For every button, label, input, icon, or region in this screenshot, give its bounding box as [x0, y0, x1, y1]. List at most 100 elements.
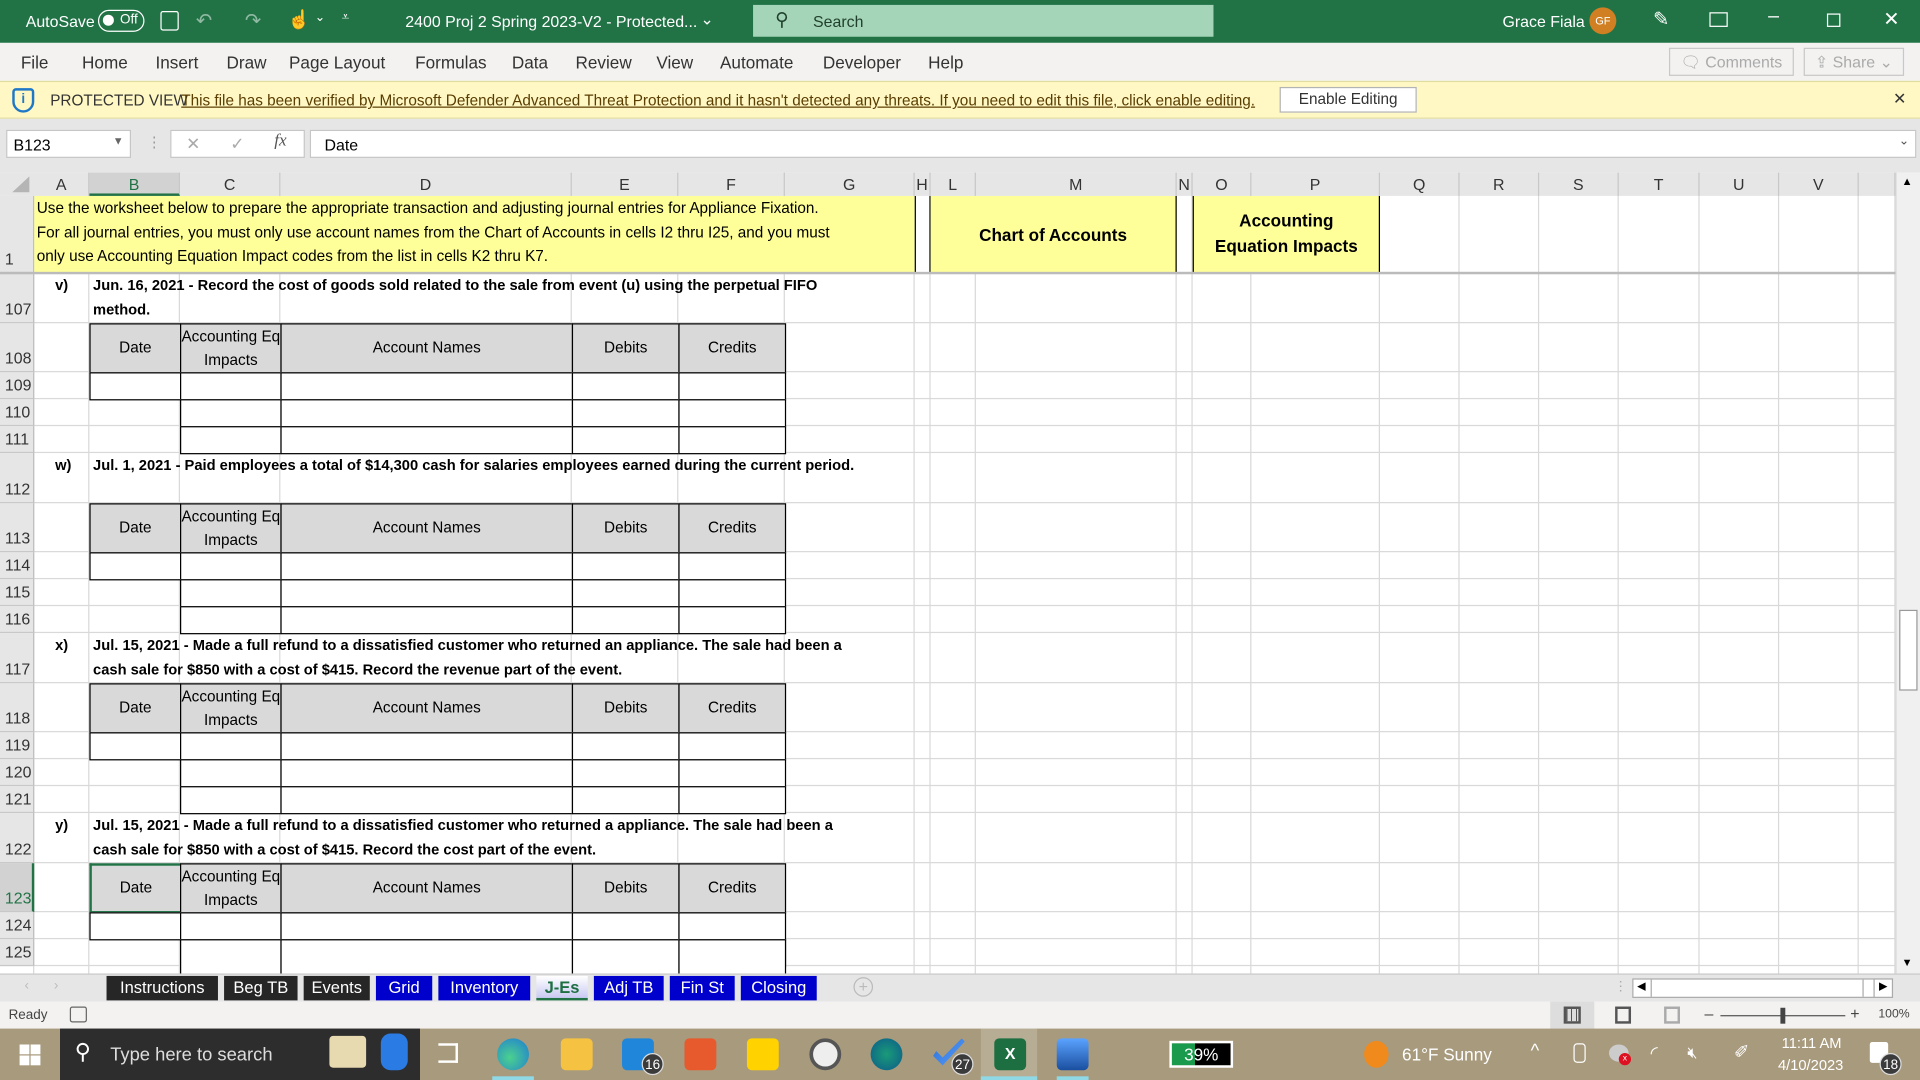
- column-header-r[interactable]: R: [1460, 172, 1540, 196]
- journal-input-cell[interactable]: [678, 759, 787, 788]
- journal-input-cell[interactable]: [571, 606, 680, 635]
- row-header[interactable]: 112: [0, 453, 35, 504]
- sheet-tab-instructions[interactable]: Instructions: [106, 975, 218, 1001]
- title-dropdown-icon[interactable]: ⌄: [700, 10, 713, 30]
- row-header[interactable]: 108: [0, 323, 35, 373]
- journal-input-cell[interactable]: [180, 579, 282, 608]
- journal-header-credits[interactable]: Credits: [678, 323, 787, 374]
- tab-review[interactable]: Review: [576, 53, 632, 73]
- app-icon[interactable]: [684, 1038, 717, 1071]
- column-header-h[interactable]: H: [915, 172, 931, 196]
- scroll-thumb[interactable]: [1899, 609, 1918, 691]
- journal-input-cell[interactable]: [280, 552, 574, 581]
- minimize-icon[interactable]: –: [1768, 6, 1779, 28]
- page-break-view-icon[interactable]: [1664, 1006, 1681, 1024]
- row-header[interactable]: 114: [0, 552, 35, 580]
- journal-header-credits[interactable]: Credits: [678, 683, 787, 734]
- close-bar-icon[interactable]: ✕: [1893, 89, 1906, 109]
- accounting-equation-impacts-header[interactable]: Accounting Equation Impacts: [1192, 195, 1381, 274]
- scroll-up-icon[interactable]: ▲: [1902, 175, 1913, 187]
- journal-input-cell[interactable]: [180, 552, 282, 581]
- share-button[interactable]: ⇪ Share ⌄: [1803, 47, 1905, 76]
- avatar[interactable]: GF: [1589, 7, 1617, 35]
- redo-icon[interactable]: ↷: [245, 9, 261, 33]
- journal-input-cell[interactable]: [678, 939, 787, 974]
- journal-input-cell[interactable]: [571, 399, 680, 428]
- column-header-p[interactable]: P: [1251, 172, 1381, 196]
- column-header-d[interactable]: D: [280, 172, 572, 196]
- new-sheet-icon[interactable]: +: [853, 977, 874, 997]
- row-header[interactable]: 111: [0, 426, 35, 454]
- sheet-tab-inventory[interactable]: Inventory: [438, 975, 531, 1001]
- formula-input[interactable]: Date ⌄: [309, 129, 1917, 158]
- row-header[interactable]: 117: [0, 633, 35, 684]
- journal-input-cell[interactable]: [678, 426, 787, 455]
- worksheet-grid[interactable]: 1 107 108 109 110 111 112 113 114 115 116 117 118 119…: [0, 195, 1896, 974]
- journal-input-cell[interactable]: [280, 426, 574, 455]
- h-scroll-thumb[interactable]: [1650, 979, 1864, 997]
- horizontal-scrollbar[interactable]: ◀: [1632, 978, 1894, 998]
- journal-input-cell[interactable]: [571, 939, 680, 974]
- device-icon[interactable]: [1573, 1043, 1586, 1063]
- journal-input-cell[interactable]: [89, 552, 182, 581]
- row-header[interactable]: 125: [0, 939, 35, 967]
- scroll-down-icon[interactable]: ▼: [1902, 956, 1913, 968]
- zoom-in-icon[interactable]: +: [1850, 1004, 1859, 1022]
- normal-view-icon[interactable]: [1550, 1001, 1595, 1029]
- journal-header-date[interactable]: Date: [89, 863, 182, 914]
- column-header-l[interactable]: L: [931, 172, 976, 196]
- pen-icon[interactable]: ✎: [1653, 7, 1669, 31]
- journal-input-cell[interactable]: [678, 732, 787, 761]
- journal-header-debits[interactable]: Debits: [571, 323, 680, 374]
- battery-indicator[interactable]: 39%: [1169, 1040, 1234, 1068]
- tab-draw[interactable]: Draw: [227, 53, 267, 73]
- journal-input-cell[interactable]: [280, 759, 574, 788]
- column-header-c[interactable]: C: [180, 172, 281, 196]
- sheet-tab-beg-tb[interactable]: Beg TB: [224, 975, 298, 1001]
- tab-data[interactable]: Data: [512, 53, 548, 73]
- touch-mode-icon[interactable]: ☝: [288, 9, 311, 31]
- journal-input-cell[interactable]: [571, 732, 680, 761]
- splitter-icon[interactable]: ⋮: [1614, 978, 1627, 995]
- row-header[interactable]: 115: [0, 579, 35, 607]
- column-header-w[interactable]: [1859, 172, 1896, 196]
- journal-input-cell[interactable]: [571, 912, 680, 941]
- tab-help[interactable]: Help: [928, 53, 963, 73]
- journal-input-cell[interactable]: [180, 372, 282, 401]
- mute-icon[interactable]: 🔇︎: [1687, 1043, 1697, 1063]
- sheet-tab-fin-st[interactable]: Fin St: [669, 975, 735, 1001]
- column-header-m[interactable]: M: [976, 172, 1177, 196]
- task-view-icon[interactable]: [438, 1043, 458, 1063]
- journal-input-cell[interactable]: [89, 372, 182, 401]
- customize-toolbar-icon[interactable]: ⩡: [342, 10, 350, 26]
- tab-formulas[interactable]: Formulas: [415, 53, 486, 73]
- journal-input-cell[interactable]: [180, 939, 282, 974]
- clock-icon[interactable]: [809, 1038, 842, 1071]
- journal-header-account-names[interactable]: Account Names: [280, 863, 574, 914]
- journal-input-cell[interactable]: [180, 399, 282, 428]
- sheet-tab-closing[interactable]: Closing: [740, 975, 817, 1001]
- journal-input-cell[interactable]: [678, 399, 787, 428]
- row-header[interactable]: 118: [0, 683, 35, 733]
- chart-of-accounts-header[interactable]: Chart of Accounts: [930, 195, 1177, 274]
- clock-time[interactable]: 11:11 AM: [1782, 1035, 1842, 1052]
- journal-input-cell[interactable]: [180, 786, 282, 815]
- journal-input-cell[interactable]: [571, 552, 680, 581]
- journal-header-acct-eq-impacts[interactable]: Accounting Eq Impacts: [180, 683, 282, 734]
- column-header-g[interactable]: G: [785, 172, 915, 196]
- journal-input-cell[interactable]: [678, 372, 787, 401]
- sheet-tab-j-es[interactable]: J-Es: [536, 975, 588, 1001]
- journal-header-acct-eq-impacts[interactable]: Accounting Eq Impacts: [180, 323, 282, 374]
- wifi-icon[interactable]: ◜: [1651, 1042, 1658, 1064]
- journal-header-credits[interactable]: Credits: [678, 503, 787, 554]
- journal-input-cell[interactable]: [89, 912, 182, 941]
- journal-header-debits[interactable]: Debits: [571, 863, 680, 914]
- column-header-t[interactable]: T: [1619, 172, 1700, 196]
- journal-header-debits[interactable]: Debits: [571, 503, 680, 554]
- scroll-left-icon[interactable]: ◀: [1637, 980, 1645, 993]
- row-header[interactable]: 124: [0, 912, 35, 940]
- file-explorer-icon[interactable]: [560, 1038, 593, 1071]
- select-all-icon[interactable]: [12, 176, 30, 193]
- sheet-tab-adj-tb[interactable]: Adj TB: [593, 975, 664, 1001]
- tab-home[interactable]: Home: [82, 53, 128, 73]
